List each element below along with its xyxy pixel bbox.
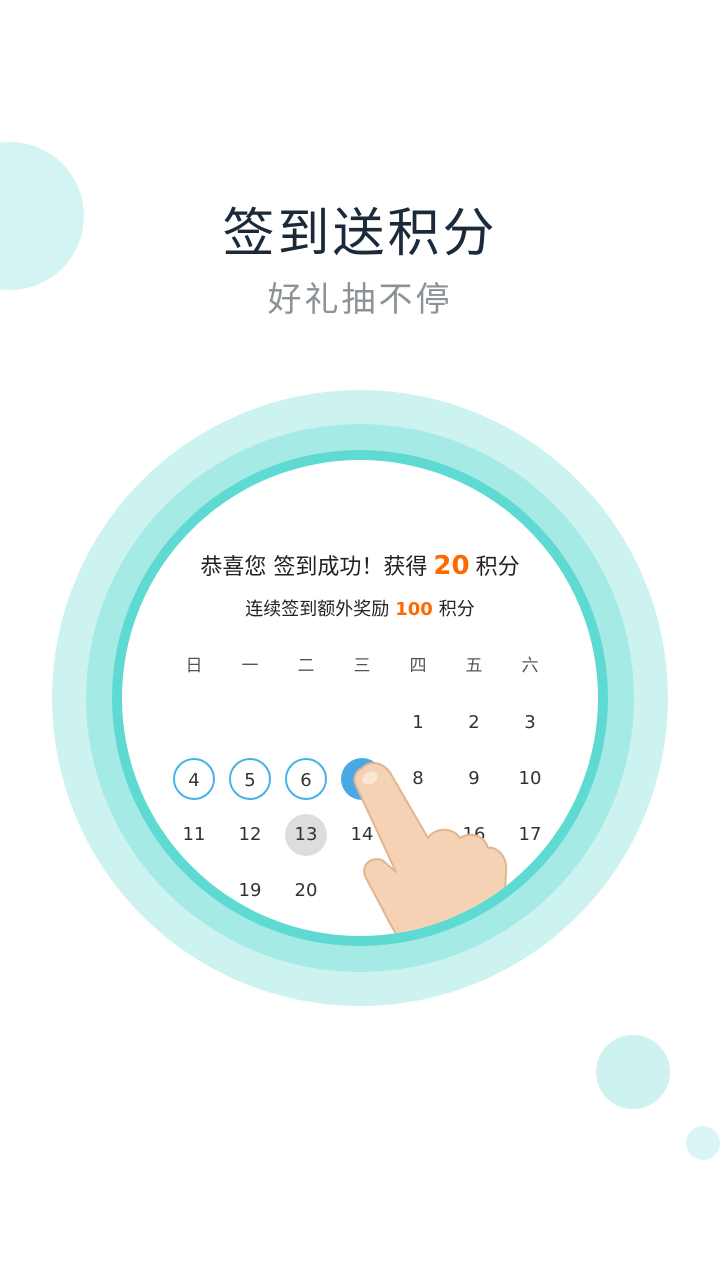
weekday-tue: 二 (297, 656, 315, 676)
calendar-day-5-signed[interactable]: 5 (229, 758, 271, 800)
weekday-wed: 三 (353, 656, 371, 676)
bonus-suffix: 积分 (438, 599, 475, 620)
pointing-hand-icon (353, 761, 508, 936)
decor-bubble-right-small (686, 1126, 720, 1160)
calendar-day-2[interactable]: 2 (453, 702, 495, 744)
checkin-success-message: 恭喜您 签到成功！获得 20 积分 (122, 546, 598, 588)
success-points: 20 (433, 551, 470, 581)
calendar-day-17[interactable]: 17 (509, 814, 551, 856)
onboarding-page: 签到送积分 好礼抽不停 恭喜您 签到成功！获得 20 积分 连续签到额外奖励 100 积… (0, 0, 720, 1280)
bonus-prefix: 连续签到额外奖励 (245, 599, 390, 620)
success-prefix: 恭喜您 签到成功！获得 (200, 555, 428, 580)
calendar-day-13-gift[interactable]: 13 (285, 814, 327, 856)
hero-subtitle: 好礼抽不停 (267, 280, 453, 320)
bonus-points: 100 (395, 599, 433, 620)
calendar-day-11[interactable]: 11 (173, 814, 215, 856)
calendar-day-10[interactable]: 10 (509, 758, 551, 800)
weekday-sun: 日 (185, 656, 203, 676)
weekday-fri: 五 (465, 656, 483, 676)
calendar-day-4-signed[interactable]: 4 (173, 758, 215, 800)
decor-bubble-right-large (596, 1035, 670, 1109)
streak-bonus-message: 连续签到额外奖励 100 积分 (122, 594, 598, 626)
calendar-day-3[interactable]: 3 (509, 702, 551, 744)
calendar-day-6-signed[interactable]: 6 (285, 758, 327, 800)
weekday-thu: 四 (409, 656, 427, 676)
hero-title: 签到送积分 (222, 204, 498, 264)
calendar-day-1[interactable]: 1 (397, 702, 439, 744)
calendar-day-12[interactable]: 12 (229, 814, 271, 856)
checkin-card: 恭喜您 签到成功！获得 20 积分 连续签到额外奖励 100 积分 日 一 二 三 四 … (122, 460, 598, 936)
success-suffix: 积分 (475, 555, 520, 580)
calendar-day-19[interactable]: 19 (229, 870, 271, 912)
weekday-mon: 一 (241, 656, 259, 676)
weekday-sat: 六 (521, 656, 539, 676)
calendar-day-20[interactable]: 20 (285, 870, 327, 912)
